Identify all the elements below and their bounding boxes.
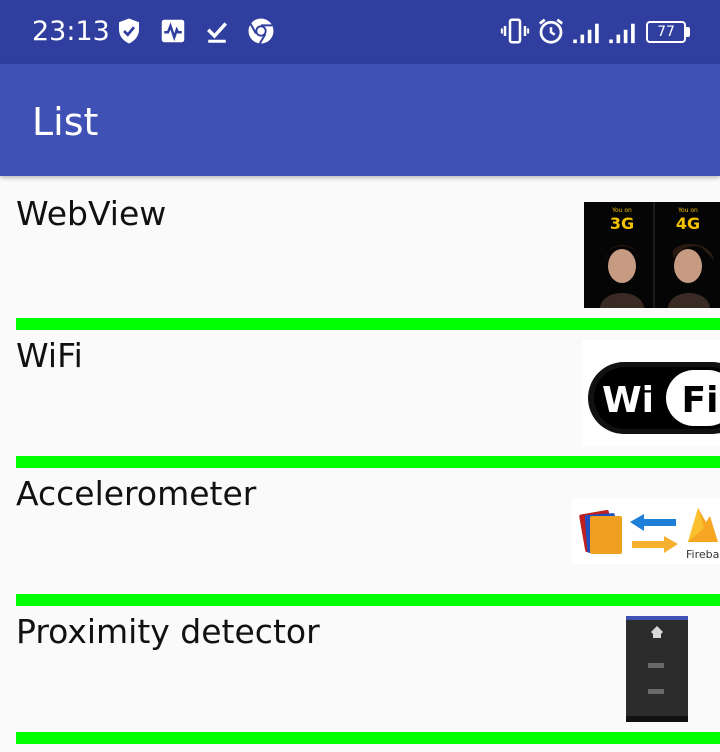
list-item-accelerometer[interactable]: Accelerometer Fireba — [0, 468, 720, 594]
list-item-label: Proximity detector — [16, 612, 320, 651]
battery-tip — [686, 27, 690, 37]
list-divider — [16, 732, 720, 744]
vibrate-icon — [500, 18, 530, 44]
you-on-caption: You on — [677, 207, 698, 214]
phone-screenshot-thumbnail — [626, 616, 688, 722]
list-item-label: WebView — [16, 194, 167, 233]
3g-4g-thumbnail: You on 3G You on 4G — [584, 202, 720, 308]
3g-caption: 3G — [610, 214, 634, 233]
shield-check-icon — [119, 18, 139, 44]
signal-icon — [609, 23, 635, 44]
list-item-label: Accelerometer — [16, 474, 257, 513]
status-time: 23:13 — [32, 16, 110, 47]
4g-caption: 4G — [676, 214, 700, 233]
page-title: List — [32, 100, 99, 144]
list-divider — [16, 318, 720, 330]
status-bar: 23:13 77 — [0, 0, 720, 64]
fi-letters: Fi — [682, 380, 719, 421]
list-item-wifi[interactable]: WiFi Wi Fi — [0, 330, 720, 456]
chrome-icon — [248, 18, 274, 45]
list-item-webview[interactable]: WebView You on 3G You on 4G — [0, 176, 720, 318]
list-item-label: WiFi — [16, 336, 83, 375]
battery-level: 77 — [657, 24, 675, 40]
firebase-caption: Fireba — [686, 548, 719, 561]
signal-icon — [573, 23, 599, 44]
download-done-icon — [207, 22, 228, 43]
app-bar: List — [0, 64, 720, 176]
folder-transfer-firebase-thumbnail: Fireba — [572, 498, 720, 564]
wi-letters: Wi — [602, 380, 654, 421]
you-on-caption: You on — [611, 207, 632, 214]
alarm-icon — [538, 18, 564, 44]
wifi-logo-thumbnail: Wi Fi — [582, 340, 720, 446]
list-divider — [16, 456, 720, 468]
pulse-icon — [161, 19, 185, 43]
list-divider — [16, 594, 720, 606]
battery-icon: 77 — [646, 21, 686, 43]
list-item-proximity-detector[interactable]: Proximity detector — [0, 606, 720, 732]
